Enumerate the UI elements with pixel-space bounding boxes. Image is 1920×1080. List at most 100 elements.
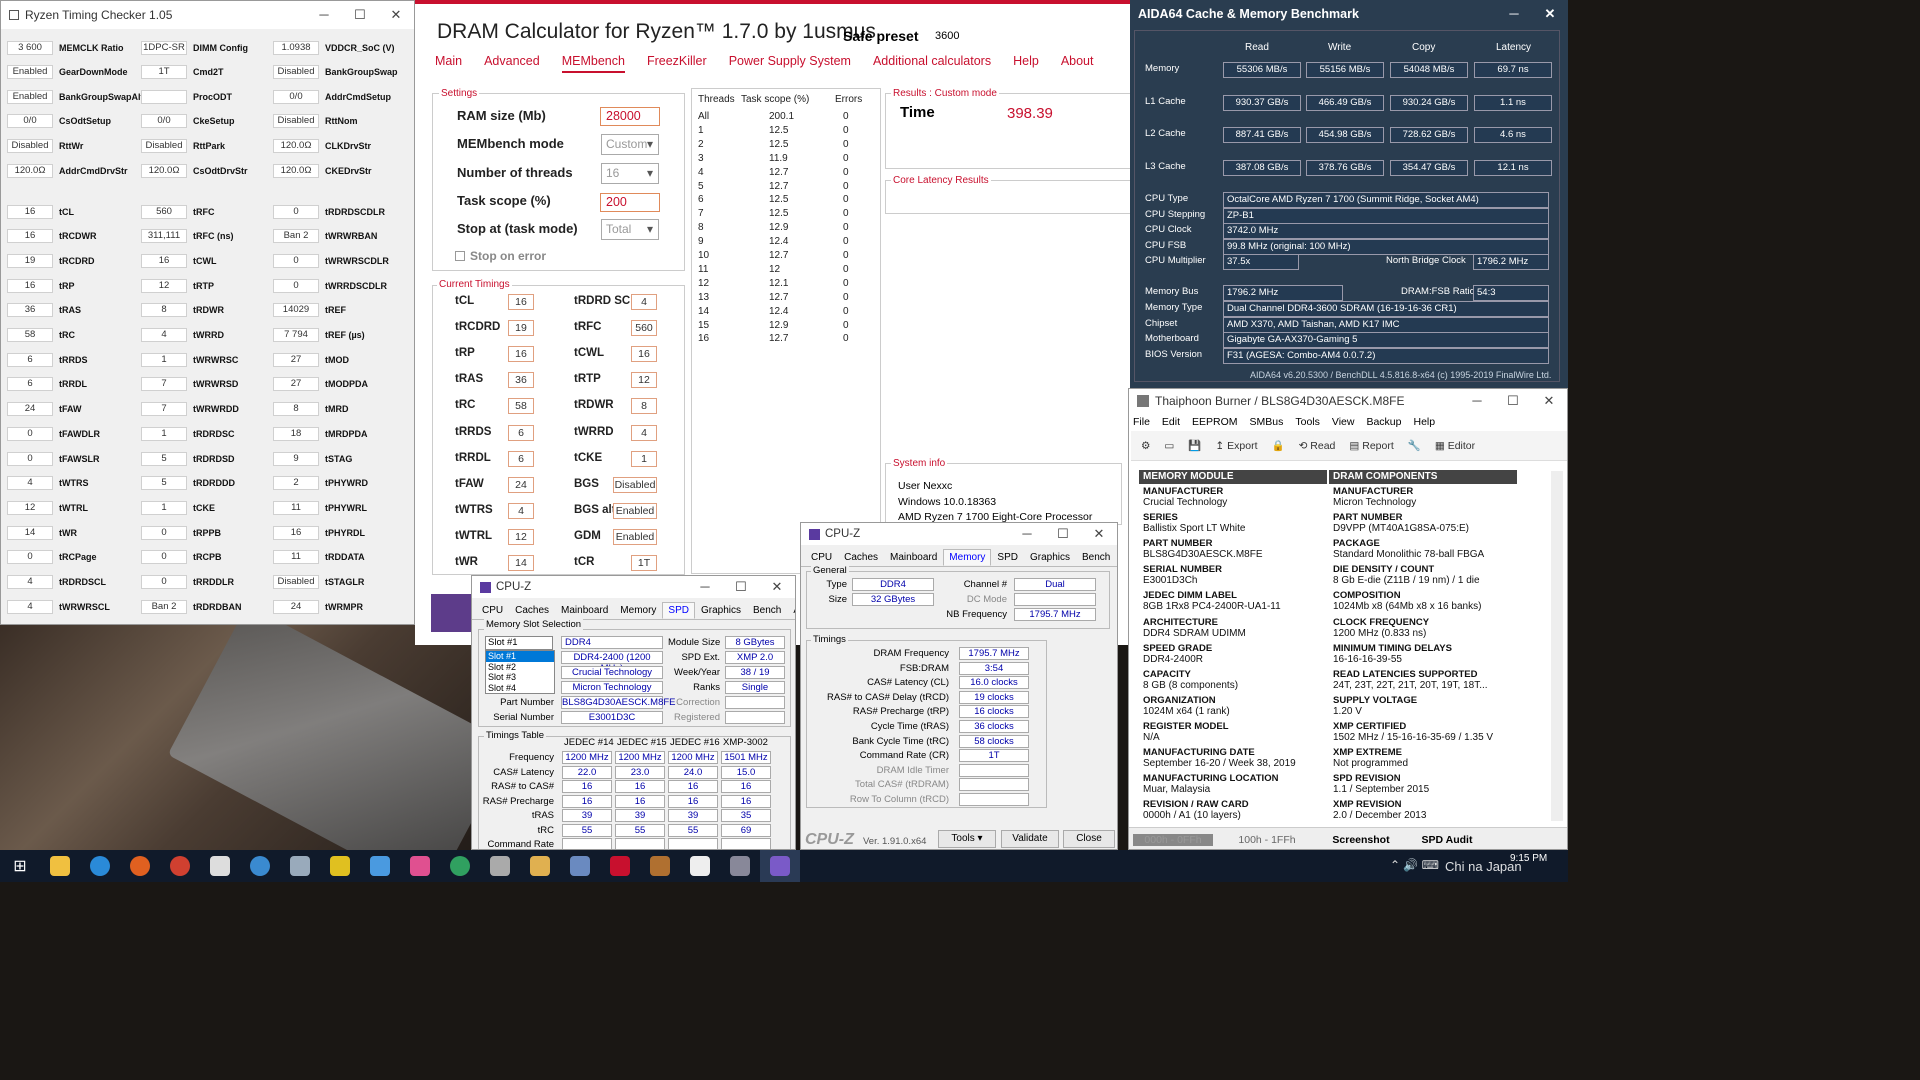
tab[interactable]: Graphics xyxy=(695,602,747,619)
nav-tab[interactable]: FreezKiller xyxy=(647,54,707,73)
close-icon[interactable]: ✕ xyxy=(759,579,795,595)
cpuz-task-icon[interactable] xyxy=(760,850,800,882)
task-scope-input[interactable]: 200 xyxy=(600,193,660,212)
minimize-icon[interactable]: ─ xyxy=(687,579,723,595)
tab[interactable]: SPD xyxy=(991,549,1024,566)
page-0-button[interactable]: 000h - 0FFh xyxy=(1133,833,1213,846)
app-icon-10[interactable] xyxy=(640,850,680,882)
stop-at-select[interactable]: Total xyxy=(601,219,659,240)
tab[interactable]: Memory xyxy=(614,602,662,619)
nav-tab[interactable]: Help xyxy=(1013,54,1039,73)
rtc-titlebar[interactable]: Ryzen Timing Checker 1.05 ─ ☐ ✕ xyxy=(1,1,414,29)
close-icon[interactable]: ✕ xyxy=(1531,393,1567,409)
app-icon-12[interactable] xyxy=(720,850,760,882)
slot-option[interactable]: Slot #2 xyxy=(486,662,554,673)
export-button[interactable]: ↥ Export xyxy=(1215,440,1257,452)
tab[interactable]: SPD xyxy=(662,602,695,619)
app-icon-2[interactable] xyxy=(240,850,280,882)
open-icon[interactable]: ▭ xyxy=(1164,440,1174,452)
minimize-icon[interactable]: ─ xyxy=(1459,393,1495,409)
aida64-task-icon[interactable] xyxy=(600,850,640,882)
tab[interactable]: Mainboard xyxy=(555,602,614,619)
screenshot-button[interactable]: Screenshot xyxy=(1321,834,1401,846)
tools-button[interactable]: Tools ▾ xyxy=(938,830,996,848)
spd-audit-button[interactable]: SPD Audit xyxy=(1407,834,1487,846)
app-icon-6[interactable] xyxy=(440,850,480,882)
nav-tab[interactable]: Main xyxy=(435,54,462,73)
lock-icon[interactable]: 🔒 xyxy=(1272,439,1285,452)
tab[interactable]: Memory xyxy=(943,549,992,566)
chrome-icon[interactable] xyxy=(160,850,200,882)
settings-icon[interactable]: ⚙ xyxy=(1141,440,1150,452)
menu-item[interactable]: View xyxy=(1332,416,1355,428)
menu-item[interactable]: Backup xyxy=(1366,416,1401,428)
tab[interactable]: Mainboard xyxy=(884,549,943,566)
tab[interactable]: Bench xyxy=(1076,549,1116,566)
tab[interactable]: About xyxy=(787,602,795,619)
nav-tab[interactable]: Additional calculators xyxy=(873,54,991,73)
nav-tab[interactable]: About xyxy=(1061,54,1094,73)
menu-item[interactable]: Tools xyxy=(1295,416,1320,428)
minimize-icon[interactable]: ─ xyxy=(306,7,342,23)
maximize-icon[interactable]: ☐ xyxy=(723,579,759,595)
nav-tab[interactable]: MEMbench xyxy=(561,54,625,73)
tab[interactable]: Bench xyxy=(747,602,787,619)
ram-size-input[interactable]: 28000 xyxy=(600,107,660,126)
menu-item[interactable]: EEPROM xyxy=(1192,416,1238,428)
nav-tab[interactable]: Power Supply System xyxy=(729,54,851,73)
minimize-icon[interactable]: ─ xyxy=(1009,526,1045,542)
run-button[interactable] xyxy=(431,594,471,632)
threads-select[interactable]: 16 xyxy=(601,163,659,184)
app-icon-7[interactable] xyxy=(480,850,520,882)
editor-button[interactable]: ▦ Editor xyxy=(1435,440,1475,452)
minimize-icon[interactable]: ─ xyxy=(1496,6,1532,22)
tab[interactable]: About xyxy=(1116,549,1117,566)
firefox-icon[interactable] xyxy=(120,850,160,882)
slot-select[interactable]: Slot #1 xyxy=(485,636,553,650)
menu-item[interactable]: File xyxy=(1133,416,1150,428)
wrench-icon[interactable]: 🔧 xyxy=(1408,439,1421,452)
menu-item[interactable]: Edit xyxy=(1162,416,1180,428)
stop-on-error-checkbox[interactable] xyxy=(455,251,465,261)
tab[interactable]: Caches xyxy=(838,549,884,566)
close-button[interactable]: Close xyxy=(1063,830,1115,848)
slot-option[interactable]: Slot #3 xyxy=(486,672,554,683)
validate-button[interactable]: Validate xyxy=(1001,830,1059,848)
app-icon-4[interactable] xyxy=(360,850,400,882)
tab[interactable]: Graphics xyxy=(1024,549,1076,566)
close-icon[interactable]: ✕ xyxy=(378,7,414,23)
tab[interactable]: CPU xyxy=(476,602,509,619)
app-icon-3[interactable] xyxy=(320,850,360,882)
slot-option[interactable]: Slot #1 xyxy=(486,651,554,662)
start-button[interactable]: ⊞ xyxy=(0,850,40,882)
file-explorer-icon[interactable] xyxy=(40,850,80,882)
tab[interactable]: CPU xyxy=(805,549,838,566)
app-icon-8[interactable] xyxy=(520,850,560,882)
steam-icon[interactable] xyxy=(280,850,320,882)
scrollbar[interactable] xyxy=(1551,471,1563,821)
app-icon-9[interactable] xyxy=(560,850,600,882)
page-1-button[interactable]: 100h - 1FFh xyxy=(1227,834,1307,846)
tab[interactable]: Caches xyxy=(509,602,555,619)
clock[interactable]: 9:15 PM xyxy=(1510,853,1547,864)
read-button[interactable]: ⟲ Read xyxy=(1299,440,1336,452)
maximize-icon[interactable]: ☐ xyxy=(1495,393,1531,409)
report-button[interactable]: ▤ Report xyxy=(1349,440,1393,452)
close-icon[interactable]: ✕ xyxy=(1081,526,1117,542)
maximize-icon[interactable]: ☐ xyxy=(1045,526,1081,542)
param-name: BankGroupSwap xyxy=(325,67,398,78)
menu-item[interactable]: Help xyxy=(1414,416,1436,428)
slot-option[interactable]: Slot #4 xyxy=(486,683,554,694)
maximize-icon[interactable]: ☐ xyxy=(342,7,378,23)
app-icon-5[interactable] xyxy=(400,850,440,882)
app-icon-1[interactable] xyxy=(200,850,240,882)
menu-item[interactable]: SMBus xyxy=(1250,416,1284,428)
nav-tab[interactable]: Advanced xyxy=(484,54,540,73)
app-icon-11[interactable] xyxy=(680,850,720,882)
close-icon[interactable]: ✕ xyxy=(1532,6,1568,22)
param-row: 1DPC-SR DIMM Config xyxy=(141,40,248,55)
membench-mode-select[interactable]: Custom xyxy=(601,134,659,155)
tray-icons[interactable]: ⌃ 🔊 ⌨ xyxy=(1390,858,1439,872)
edge-icon[interactable] xyxy=(80,850,120,882)
save-icon[interactable]: 💾 xyxy=(1188,439,1201,452)
